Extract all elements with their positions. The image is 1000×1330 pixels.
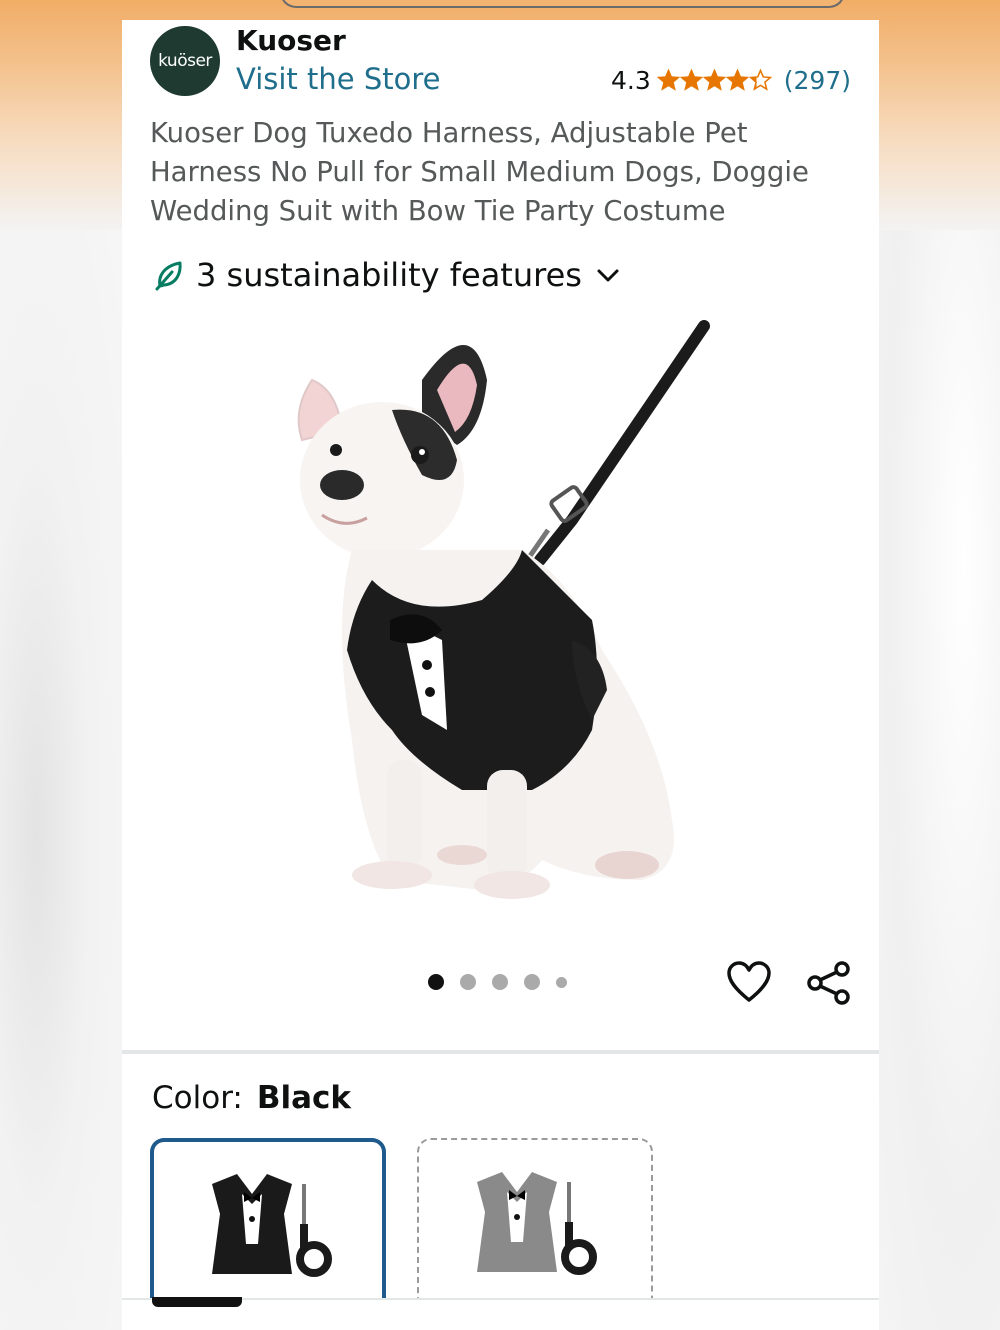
image-pagination[interactable] [428, 974, 567, 990]
gray-tuxedo-swatch[interactable] [417, 1138, 653, 1308]
heart-icon[interactable] [726, 960, 772, 1004]
color-selector-label: Color: Black [152, 1080, 351, 1116]
pagination-dot[interactable] [524, 974, 540, 990]
pagination-dot[interactable] [556, 976, 567, 988]
visit-store-link[interactable]: Visit the Store [236, 62, 440, 96]
pagination-dot[interactable] [460, 974, 476, 990]
pagination-dot[interactable] [428, 974, 444, 990]
brand-name: Kuoser [236, 24, 346, 57]
search-bar[interactable] [280, 0, 845, 8]
brand-logo[interactable]: kuöser [150, 26, 220, 96]
rating-value: 4.3 [611, 66, 651, 95]
sustainability-features-toggle[interactable]: 3 sustainability features [152, 256, 622, 294]
black-tuxedo-swatch[interactable] [150, 1138, 386, 1308]
chevron-down-icon [597, 269, 619, 282]
color-value: Black [256, 1080, 352, 1116]
star-icon [679, 69, 703, 91]
product-card: kuöser Kuoser Visit the Store 4.3 (297) … [122, 20, 879, 1330]
pagination-dot[interactable] [492, 974, 508, 990]
brand-logo-text: kuöser [158, 51, 212, 71]
black-harness-thumbnail [212, 1174, 332, 1277]
star-icon [702, 69, 726, 91]
background-right [878, 230, 1000, 1330]
section-divider [122, 1050, 879, 1054]
review-count-link[interactable]: (297) [784, 66, 851, 95]
star-icon [656, 69, 680, 91]
gray-harness-thumbnail [477, 1172, 597, 1275]
background-left [0, 230, 122, 1330]
product-title: Kuoser Dog Tuxedo Harness, Adjustable Pe… [150, 117, 809, 227]
star-rating [656, 69, 772, 92]
star-icon [725, 69, 749, 91]
rating-block[interactable]: 4.3 (297) [611, 66, 851, 95]
leaf-icon [155, 261, 182, 291]
color-label: Color: [152, 1080, 243, 1116]
share-icon[interactable] [806, 960, 852, 1006]
star-icon [748, 69, 772, 91]
bottom-nav-active-indicator [152, 1297, 242, 1307]
sustainability-label: 3 sustainability features [196, 256, 582, 294]
product-image-dog-tuxedo[interactable] [272, 320, 732, 910]
